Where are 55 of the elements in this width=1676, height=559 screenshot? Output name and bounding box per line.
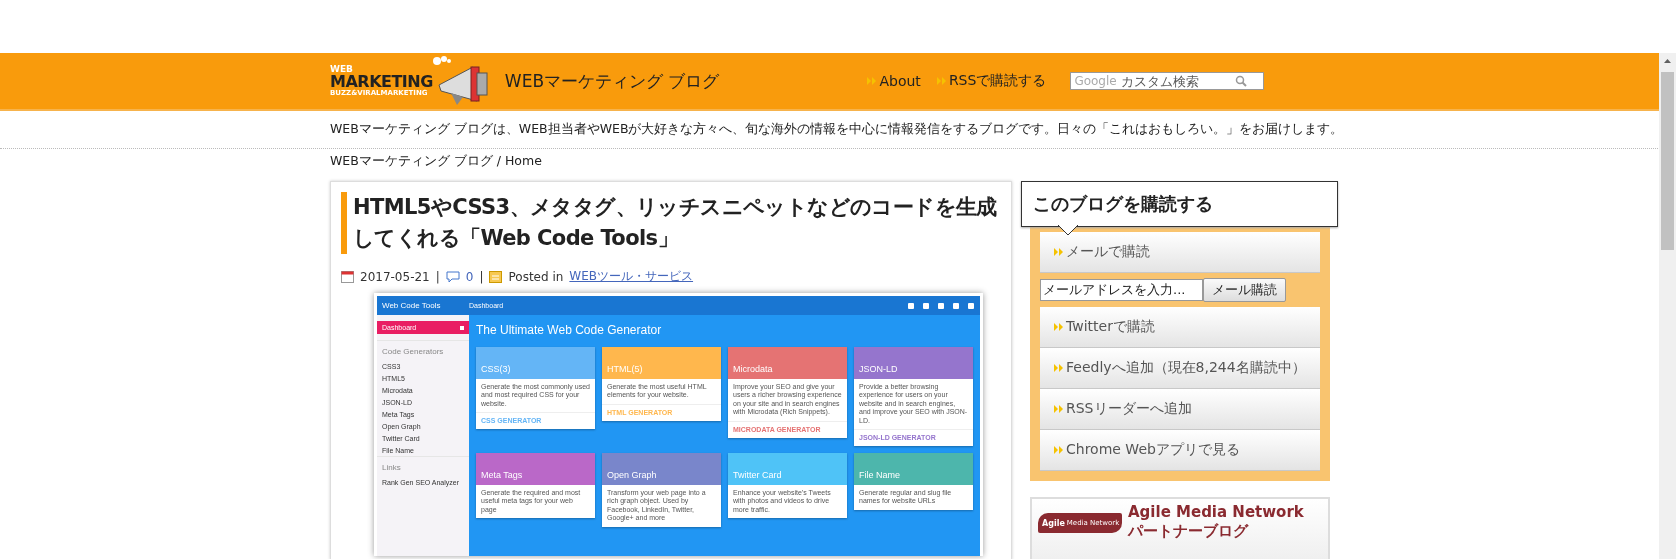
logo-text: MARKETING	[330, 74, 433, 90]
square-icon	[938, 302, 944, 309]
double-arrow-icon	[1054, 248, 1063, 256]
article-title: HTML5やCSS3、メタタグ、リッチスニペットなどのコードを生成してくれる「Web Code Tools」	[341, 192, 1001, 254]
double-arrow-icon	[1054, 405, 1063, 413]
logo-small-text: WEB	[330, 65, 354, 74]
square-icon	[953, 302, 959, 309]
double-arrow-icon	[1054, 364, 1063, 372]
subscribe-button[interactable]: メール購読	[1203, 278, 1286, 302]
post-date: 2017-05-21	[360, 269, 430, 284]
speech-bubble-icon[interactable]	[445, 270, 460, 283]
subscribe-link[interactable]: メールで購読	[1040, 232, 1320, 273]
app-title: Web Code Tools	[381, 301, 442, 310]
card-title: File Name	[858, 469, 900, 482]
double-arrow-icon	[1054, 446, 1063, 454]
breadcrumb: WEBマーケティング ブログ / Home	[330, 152, 542, 170]
search-icon	[1234, 75, 1247, 87]
comment-count[interactable]: 0	[465, 269, 474, 284]
card-title: Open Graph	[606, 469, 657, 482]
partner-title: Agile Media Network	[1128, 503, 1304, 522]
app-heading: The Ultimate Web Code Generator	[476, 323, 663, 337]
separator: |	[479, 269, 484, 284]
posted-in-label: Posted in	[508, 269, 564, 284]
category-link[interactable]: WEBツール・サービス	[569, 268, 694, 285]
subscribe-link[interactable]: RSSリーダーへ追加	[1040, 389, 1320, 430]
double-arrow-icon	[1054, 323, 1063, 331]
separator: |	[435, 269, 440, 284]
subscribe-link[interactable]: Chrome Webアプリで見る	[1040, 430, 1320, 471]
arrow-up-icon	[1664, 59, 1671, 63]
partner-subtitle: パートナーブログ	[1128, 522, 1250, 541]
nav-link[interactable]: RSSで購読する	[936, 72, 1047, 90]
subscribe-link[interactable]: Feedlyへ追加（現在8,244名購読中）	[1040, 348, 1320, 389]
square-icon	[968, 302, 974, 309]
subscribe-link[interactable]: Twitterで購読	[1040, 307, 1320, 348]
double-arrow-icon	[867, 77, 877, 85]
nav-link[interactable]: About	[867, 73, 921, 89]
app-sidebar-heading: Code Generators	[377, 340, 469, 360]
email-field[interactable]: メールアドレスを入力...	[1040, 279, 1203, 301]
card-title: CSS(3)	[480, 364, 511, 376]
megaphone-icon	[432, 55, 491, 107]
app-sidebar-heading: Links	[377, 456, 469, 476]
site-title[interactable]: WEBマーケティング ブログ	[504, 69, 720, 93]
site-description: WEBマーケティング ブログは、WEB担当者やWEBが大好きな方々へ、旬な海外の情報を中心に情報発信をするブログです。日々の「これはおもしろい。」をお届けします。	[330, 121, 1344, 138]
square-icon	[923, 302, 929, 309]
folder-icon	[489, 270, 503, 283]
calendar-icon	[341, 270, 354, 283]
card-title: Meta Tags	[480, 469, 523, 482]
double-arrow-icon	[936, 77, 946, 85]
widget-heading: このブログを購読する	[1033, 192, 1213, 216]
card-title: JSON-LD	[858, 364, 898, 376]
card-title: Microdata	[732, 364, 773, 376]
grid-icon	[460, 325, 464, 330]
card-title: Twitter Card	[732, 469, 782, 482]
square-icon	[908, 302, 914, 309]
card-title: HTML(5)	[606, 364, 643, 376]
